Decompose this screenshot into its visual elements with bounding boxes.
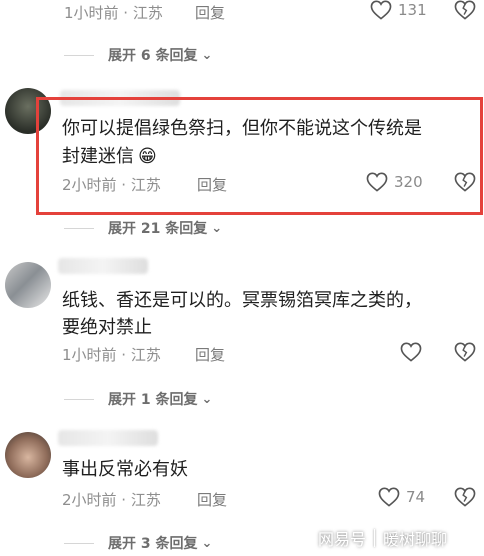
like-count: 74 <box>406 488 426 506</box>
username-blurred[interactable] <box>58 430 158 446</box>
comment-meta: 1小时前 · 江苏 <box>62 346 161 364</box>
reply-button[interactable]: 回复 <box>197 174 227 195</box>
expand-replies-label: 展开 21 条回复 <box>108 221 208 237</box>
watermark: 网易号 暖树聊聊 <box>318 526 447 550</box>
dislike-button[interactable] <box>454 342 476 366</box>
avatar[interactable] <box>5 432 51 478</box>
chevron-down-icon: ⌄ <box>201 47 213 63</box>
expand-replies[interactable]: 展开 3 条回复 ⌄ <box>64 533 212 553</box>
comment-text-line: 纸钱、香还是可以的。冥票锡箔冥库之类的， <box>62 290 422 311</box>
comment-text-line: 事出反常必有妖 <box>62 459 188 480</box>
like-count: 131 <box>398 1 427 19</box>
comment-meta: 1小时前 · 江苏 <box>64 4 163 22</box>
expand-replies-label: 展开 3 条回复 <box>108 536 198 552</box>
expand-replies[interactable]: 展开 21 条回复 ⌄ <box>64 218 222 238</box>
watermark-author: 暖树聊聊 <box>383 530 448 549</box>
broken-heart-icon <box>454 0 476 20</box>
like-button[interactable] <box>400 342 428 362</box>
comment-text-line-2: 封建迷信 <box>62 146 134 167</box>
comment-text-line: 封建迷信 😁 <box>62 143 157 171</box>
dislike-button[interactable] <box>454 172 476 196</box>
expand-replies-label: 展开 6 条回复 <box>108 48 198 64</box>
broken-heart-icon <box>454 342 476 362</box>
divider <box>64 54 94 56</box>
chevron-down-icon: ⌄ <box>201 535 213 551</box>
like-button[interactable]: 320 <box>366 172 423 192</box>
expand-replies[interactable]: 展开 6 条回复 ⌄ <box>64 45 212 65</box>
like-count: 320 <box>394 173 423 191</box>
dislike-button[interactable] <box>454 487 476 511</box>
divider <box>64 542 94 544</box>
comment-meta: 2小时前 · 江苏 <box>62 176 161 194</box>
reply-button[interactable]: 回复 <box>197 489 227 510</box>
like-button[interactable]: 74 <box>378 487 425 507</box>
broken-heart-icon <box>454 487 476 507</box>
comment-text-line: 要绝对禁止 <box>62 317 152 338</box>
divider <box>64 398 94 400</box>
username-blurred[interactable] <box>58 258 148 274</box>
heart-icon <box>370 0 392 20</box>
reply-button[interactable]: 回复 <box>195 344 225 365</box>
expand-replies[interactable]: 展开 1 条回复 ⌄ <box>64 389 212 409</box>
avatar[interactable] <box>5 262 51 308</box>
chevron-down-icon: ⌄ <box>201 391 213 407</box>
divider <box>64 227 94 229</box>
dislike-button[interactable] <box>454 0 476 24</box>
broken-heart-icon <box>454 172 476 192</box>
reply-button[interactable]: 回复 <box>195 2 225 23</box>
watermark-separator <box>374 529 376 547</box>
comment-text-line: 你可以提倡绿色祭扫，但你不能说这个传统是 <box>62 118 422 139</box>
chevron-down-icon: ⌄ <box>211 220 223 236</box>
heart-icon <box>366 172 388 192</box>
heart-icon <box>378 487 400 507</box>
like-button[interactable]: 131 <box>370 0 427 20</box>
comment-meta: 2小时前 · 江苏 <box>62 491 161 509</box>
grin-emoji-icon: 😁 <box>138 146 157 167</box>
expand-replies-label: 展开 1 条回复 <box>108 392 198 408</box>
heart-icon <box>400 342 422 362</box>
watermark-brand: 网易号 <box>318 530 367 549</box>
